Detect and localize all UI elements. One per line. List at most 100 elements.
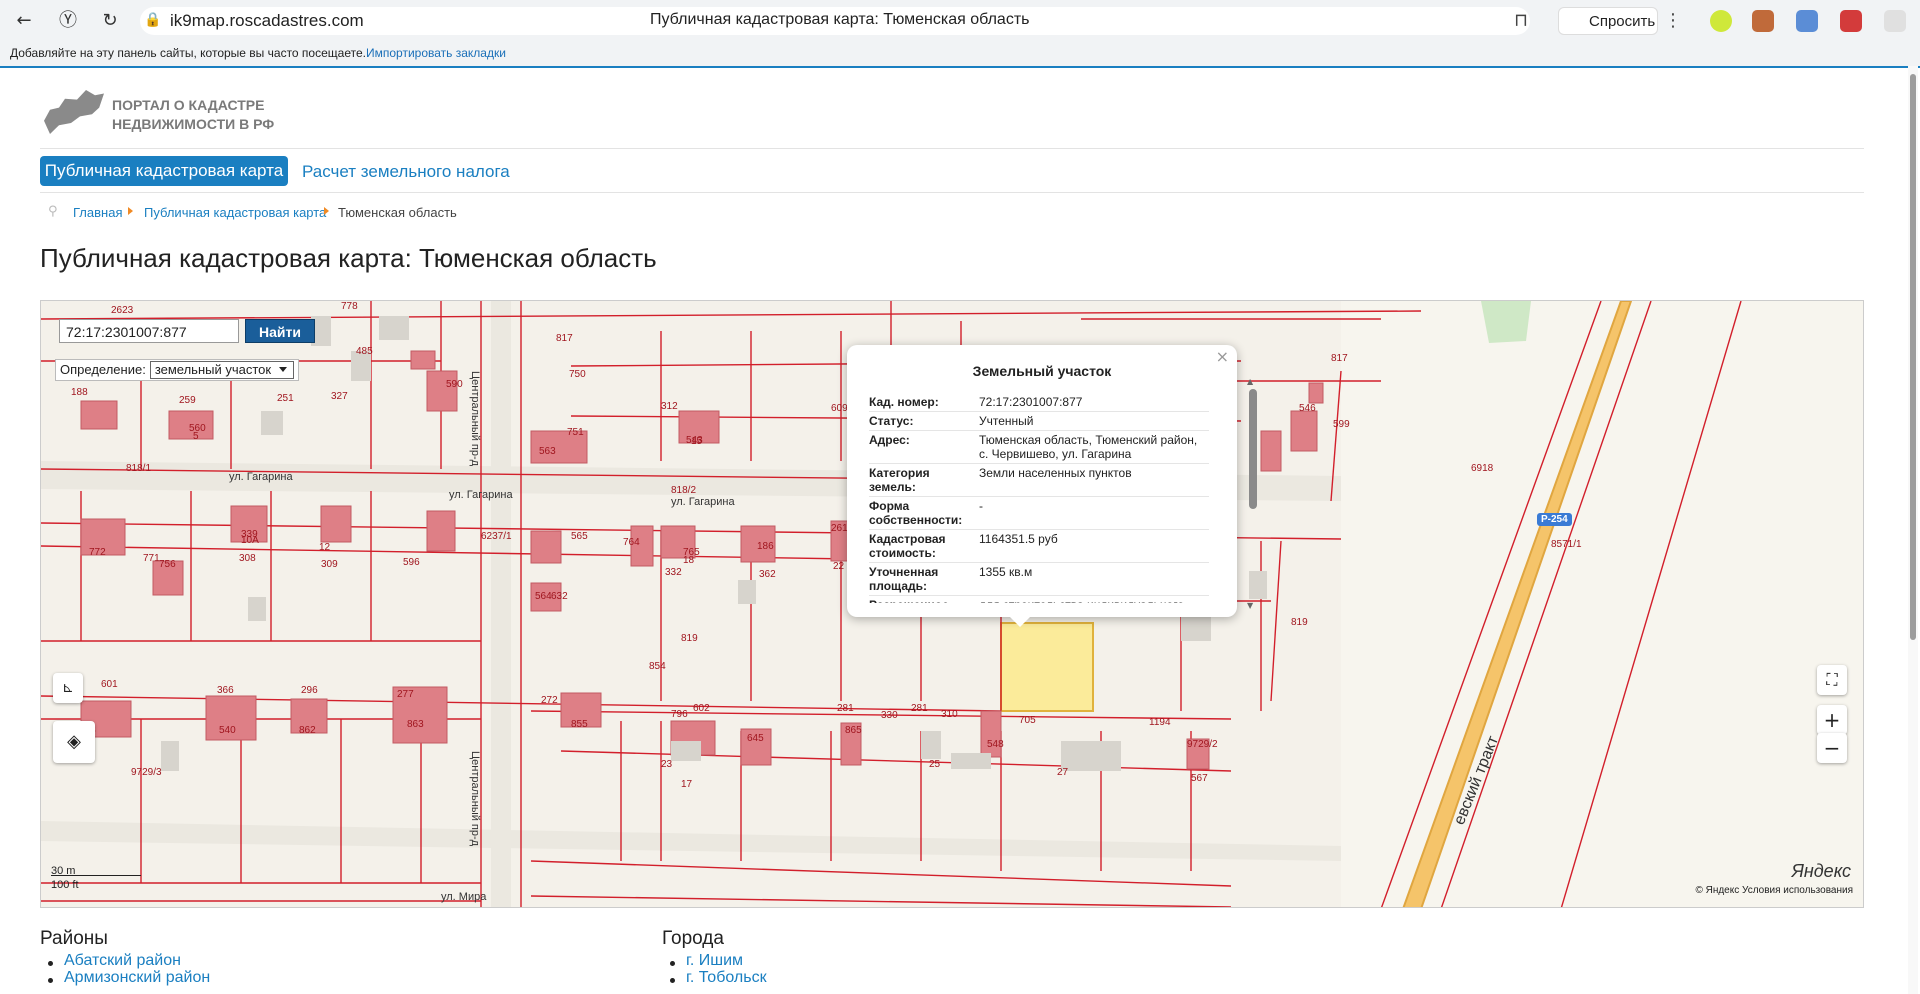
scroll-up-icon[interactable]: ▲: [1247, 377, 1253, 386]
cities-heading: Города: [662, 928, 724, 949]
popup-row-value: 72:17:2301007:877: [979, 395, 1083, 409]
breadcrumb-home[interactable]: Главная: [73, 205, 122, 220]
parcel-label: 602: [693, 703, 710, 714]
yandex-browser-icon[interactable]: Ⓨ: [56, 9, 80, 33]
parcel-label: 18: [683, 555, 695, 566]
popup-row-label: Уточненная площадь:: [869, 565, 939, 593]
parcel-label: 251: [277, 393, 294, 404]
bookmark-icon[interactable]: ⊓: [1514, 10, 1528, 31]
parcel-label: 25: [929, 759, 941, 770]
popup-row-value: 1164351.5 руб: [979, 532, 1058, 546]
fullscreen-icon[interactable]: ⛶: [1817, 665, 1847, 695]
logo-line-1: ПОРТАЛ О КАДАСТРЕ: [112, 97, 265, 113]
parcel-label: 862: [299, 725, 316, 736]
site-logo-text[interactable]: ПОРТАЛ О КАДАСТРЕ НЕДВИЖИМОСТИ В РФ: [112, 96, 312, 134]
find-button[interactable]: Найти: [245, 319, 315, 343]
popup-row: Адрес: Тюменская область, Тюменский район…: [869, 431, 1209, 464]
zoom-out-button[interactable]: −: [1817, 733, 1847, 763]
street-label: Центральный пр-д: [469, 751, 481, 847]
cadastral-map[interactable]: 2623778551485817817188259251327590750312…: [40, 300, 1864, 908]
breadcrumb-map[interactable]: Публичная кадастровая карта: [144, 205, 326, 220]
parcel-label: 27: [1057, 767, 1069, 778]
tab-land-tax[interactable]: Расчет земельного налога: [302, 162, 510, 182]
parcel-label: 309: [321, 559, 338, 570]
popup-row-value: Учтенный: [979, 414, 1034, 428]
popup-row: Уточненная площадь: 1355 кв.м: [869, 563, 1209, 596]
popup-row: Кадастровая стоимость: 1164351.5 руб: [869, 530, 1209, 563]
popup-row: Форма собственности: -: [869, 497, 1209, 530]
extension-icon[interactable]: [1710, 10, 1732, 32]
parcel-label: 312: [661, 401, 678, 412]
scale-feet: 100 ft: [51, 879, 79, 891]
parcel-label: 8571/1: [1551, 539, 1582, 550]
popup-row-label: Адрес:: [869, 433, 910, 447]
popup-row-value: 1355 кв.м: [979, 565, 1033, 579]
parcel-label: 751: [567, 427, 584, 438]
parcel-label: 9729/2: [1187, 739, 1218, 750]
definition-selected-value: земельный участок: [154, 362, 272, 377]
parcel-label: 261: [831, 523, 848, 534]
popup-row-value: для строительства индивидуального: [979, 598, 1209, 603]
popup-row-label: Форма собственности:: [869, 499, 963, 527]
parcel-label: 366: [217, 685, 234, 696]
parcel-info-popup: × Земельный участок Кад. номер: 72:17:230…: [847, 345, 1237, 617]
parcel-label: 772: [89, 547, 106, 558]
region-link[interactable]: Армизонский район: [64, 969, 210, 987]
extension-icon[interactable]: [1752, 10, 1774, 32]
page-scrollbar-thumb[interactable]: [1910, 74, 1916, 640]
russia-map-logo[interactable]: [44, 90, 104, 134]
popup-row: Разрешенноедля строительства индивидуаль…: [869, 596, 1209, 603]
list-bullet: [48, 961, 53, 966]
lock-icon: 🔒: [144, 12, 162, 28]
parcel-label: 855: [571, 719, 588, 730]
extension-icon[interactable]: [1840, 10, 1862, 32]
parcel-label: 485: [356, 346, 373, 357]
parcel-label: 596: [403, 557, 420, 568]
extension-icon[interactable]: [1796, 10, 1818, 32]
yandex-logo[interactable]: Яндекс: [1792, 861, 1851, 882]
parcel-label: 645: [747, 733, 764, 744]
downloads-icon[interactable]: [1884, 10, 1906, 32]
parcel-label: 599: [1333, 419, 1350, 430]
ask-button[interactable]: Спросить: [1558, 7, 1658, 35]
parcel-label: 817: [556, 333, 573, 344]
url-text[interactable]: ik9map.roscadastres.com: [170, 11, 364, 31]
popup-scrollbar[interactable]: [1249, 389, 1257, 509]
parcel-label: 10А: [241, 535, 259, 546]
back-icon[interactable]: ←: [12, 9, 36, 33]
popup-row: Статус: Учтенный: [869, 412, 1209, 431]
parcel-label: 308: [239, 553, 256, 564]
reload-icon[interactable]: ↻: [98, 9, 122, 33]
zoom-in-button[interactable]: +: [1817, 705, 1847, 735]
map-copyright[interactable]: © Яндекс Условия использования: [1695, 885, 1853, 896]
cadastral-number-input[interactable]: 72:17:2301007:877: [59, 319, 239, 343]
parcel-label: 818/1: [126, 463, 152, 474]
parcel-label: 23: [661, 759, 673, 770]
popup-title: Земельный участок: [972, 363, 1112, 379]
street-label: ул. Гагарина: [671, 496, 735, 508]
import-bookmarks-link[interactable]: Импортировать закладки: [366, 46, 506, 60]
parcel-label: 6237/1: [481, 531, 512, 542]
scroll-down-icon[interactable]: ▼: [1247, 601, 1253, 610]
parcel-label: 332: [665, 567, 682, 578]
divider: [40, 148, 1864, 149]
region-link[interactable]: Абатский район: [64, 952, 181, 970]
scale-bar: [51, 875, 141, 876]
parcel-label: 277: [397, 689, 414, 700]
parcel-label: 546: [1299, 403, 1316, 414]
parcel-label: 1194: [1149, 717, 1171, 728]
definition-control: Определение: земельный участок: [55, 359, 300, 381]
ruler-icon[interactable]: ⊾: [53, 673, 83, 703]
list-bullet: [48, 978, 53, 983]
definition-select[interactable]: земельный участок: [149, 361, 295, 379]
tab-cadastral-map[interactable]: Публичная кадастровая карта: [40, 156, 288, 186]
more-icon[interactable]: ⋮: [1664, 10, 1682, 31]
parcel-label: 609: [831, 403, 848, 414]
city-link[interactable]: г. Тобольск: [686, 969, 767, 987]
parcel-label: 563: [539, 446, 556, 457]
city-link[interactable]: г. Ишим: [686, 952, 743, 970]
layers-icon[interactable]: ◈: [53, 721, 95, 763]
bookmarks-bar: Добавляйте на эту панель сайты, которые …: [0, 42, 1920, 68]
parcel-label: 854: [649, 661, 666, 672]
page-title: Публичная кадастровая карта: Тюменская о…: [40, 243, 657, 273]
